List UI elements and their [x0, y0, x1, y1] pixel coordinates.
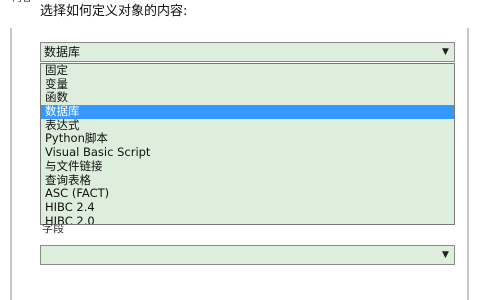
content-source-listbox[interactable]: 固定 变量 函数 数据库 表达式 Python脚本 Visual Basic Script 与… [40, 63, 455, 225]
list-item[interactable]: 表达式 [41, 118, 454, 133]
list-item[interactable]: 数据库 [41, 104, 454, 119]
list-item[interactable]: HIBC 2.4 [41, 200, 454, 215]
field-label: 字段 [42, 224, 64, 235]
partial-group-label: 内容 [12, 0, 32, 5]
chevron-down-icon[interactable]: ▼ [437, 43, 454, 61]
list-item[interactable]: HIBC 2.0 [41, 214, 454, 224]
list-item[interactable]: 与文件链接 [41, 159, 454, 174]
list-item[interactable]: 查询表格 [41, 173, 454, 188]
list-item[interactable]: ASC (FACT) [41, 186, 454, 201]
chevron-down-icon[interactable]: ▼ [437, 246, 454, 264]
content-source-dropdown[interactable]: 数据库 ▼ [40, 42, 455, 62]
content-definition-label: 选择如何定义对象的内容: [40, 4, 188, 19]
list-item[interactable]: Visual Basic Script [41, 145, 454, 160]
list-item[interactable]: Python脚本 [41, 132, 454, 146]
list-item[interactable]: 固定 [41, 64, 454, 78]
panel-right-border [467, 28, 469, 300]
panel-left-border [10, 28, 12, 300]
content-source-value: 数据库 [44, 45, 81, 59]
field-dropdown[interactable]: ▼ [40, 245, 455, 265]
list-item[interactable]: 函数 [41, 91, 454, 105]
list-item[interactable]: 变量 [41, 77, 454, 92]
